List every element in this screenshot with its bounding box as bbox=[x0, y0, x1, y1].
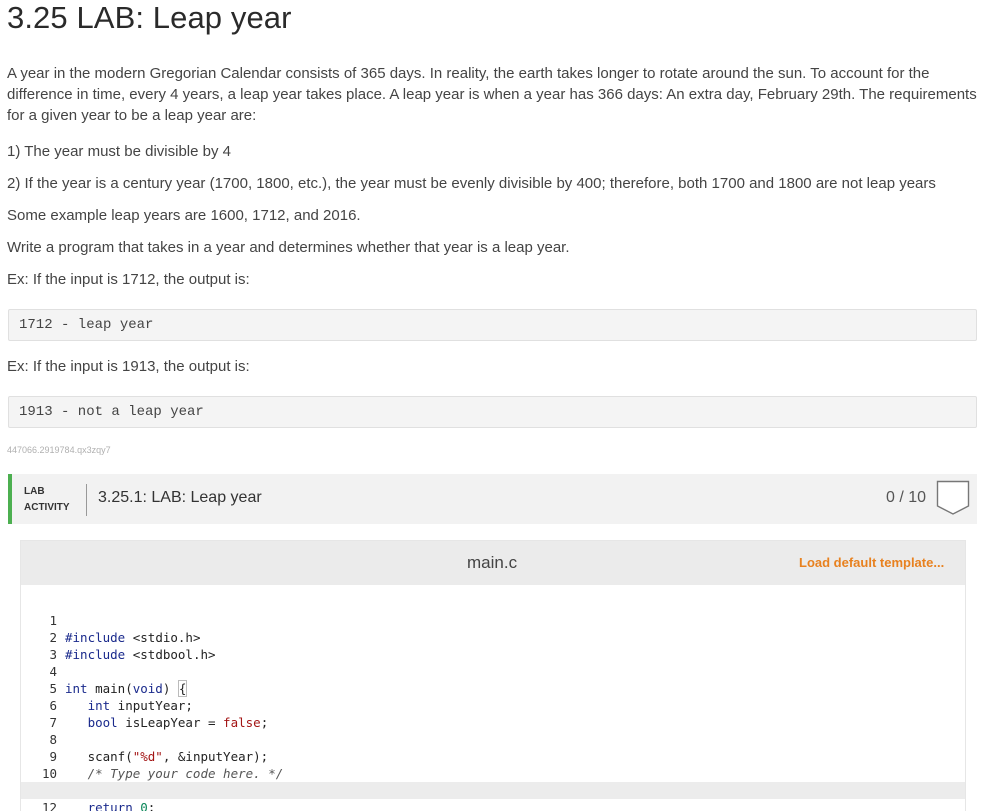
code-line[interactable]: 4 int main(void) { bbox=[21, 646, 965, 697]
code-area[interactable]: 1 #include <stdio.h> 2 #include <stdbool… bbox=[21, 595, 965, 811]
example-2-output: 1913 - not a leap year bbox=[8, 396, 977, 428]
completion-badge-icon bbox=[936, 480, 970, 515]
filename-label: main.c bbox=[467, 553, 518, 572]
code-token: ; bbox=[147, 800, 156, 811]
code-line[interactable]: 8 scanf("%d", &inputYear); bbox=[21, 714, 965, 764]
page-title: 3.25 LAB: Leap year bbox=[7, 0, 292, 35]
code-line[interactable]: 10 bbox=[21, 748, 965, 781]
lab-tag-line-2: ACTIVITY bbox=[24, 502, 70, 513]
content-id: 447066.2919784.qx3zqy7 bbox=[7, 445, 111, 455]
lab-activity-tag: LAB ACTIVITY bbox=[24, 484, 70, 516]
code-line[interactable]: 2 #include <stdbool.h> bbox=[21, 612, 965, 662]
example-1-output: 1712 - leap year bbox=[8, 309, 977, 341]
code-line[interactable]: 6 bool isLeapYear = false; bbox=[21, 680, 965, 730]
code-editor: main.c Load default template... 1 #inclu… bbox=[20, 540, 966, 811]
rule-2: 2) If the year is a century year (1700, … bbox=[7, 175, 936, 192]
code-line[interactable]: 11 return 0; bbox=[21, 765, 965, 811]
editor-toolbar: main.c Load default template... bbox=[21, 541, 965, 585]
code-line[interactable]: 5 int inputYear; bbox=[21, 663, 965, 713]
code-line[interactable]: 3 bbox=[21, 629, 965, 662]
code-line[interactable]: 1 #include <stdio.h> bbox=[21, 595, 965, 645]
load-default-template-button[interactable]: Load default template... bbox=[799, 555, 944, 570]
lab-score: 0 / 10 bbox=[886, 489, 927, 506]
rule-1: 1) The year must be divisible by 4 bbox=[7, 143, 231, 160]
code-line[interactable]: 9 /* Type your code here. */ bbox=[21, 731, 965, 781]
code-line[interactable]: 7 bbox=[21, 697, 965, 730]
lab-tag-line-1: LAB bbox=[24, 486, 45, 497]
line-number: 12 bbox=[41, 800, 57, 811]
lab-activity-title: 3.25.1: LAB: Leap year bbox=[98, 489, 262, 506]
intro-paragraph: A year in the modern Gregorian Calendar … bbox=[7, 65, 977, 124]
task-statement: Write a program that takes in a year and… bbox=[7, 239, 570, 256]
example-years: Some example leap years are 1600, 1712, … bbox=[7, 207, 361, 224]
example-2-intro: Ex: If the input is 1913, the output is: bbox=[7, 358, 250, 375]
code-token: return bbox=[87, 800, 133, 811]
code-line-active[interactable]: 12 } bbox=[21, 782, 965, 811]
example-1-intro: Ex: If the input is 1712, the output is: bbox=[7, 271, 250, 288]
lab-activity-header: LAB ACTIVITY 3.25.1: LAB: Leap year 0 / … bbox=[8, 474, 977, 524]
code-token: 0 bbox=[140, 800, 148, 811]
lab-divider bbox=[86, 484, 87, 516]
